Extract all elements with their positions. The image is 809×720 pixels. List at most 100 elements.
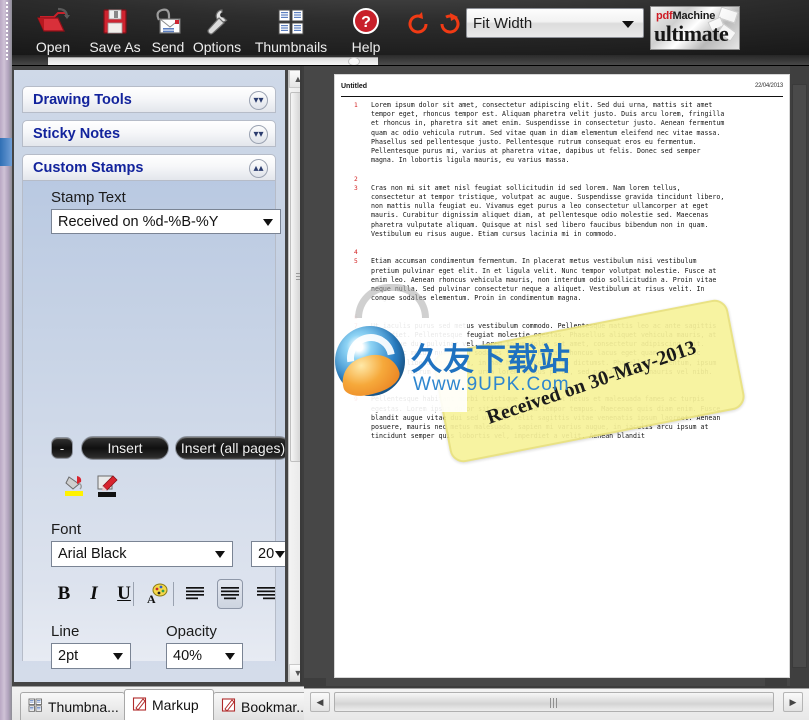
insert-all-pages-button[interactable]: Insert (all pages) <box>175 436 285 460</box>
chevron-down-icon <box>622 21 634 28</box>
document-hscroll-thumb[interactable] <box>334 692 774 712</box>
line-number: 7 <box>354 322 358 330</box>
question-circle-icon: ? <box>351 3 381 38</box>
tab-bookmarks[interactable]: Bookmar... <box>213 692 311 720</box>
wrench-icon <box>202 3 232 38</box>
markup-tab-icon <box>132 696 148 715</box>
stamp-text-value: Received on %d-%B-%Y <box>58 213 219 230</box>
font-family-value: Arial Black <box>58 546 127 562</box>
paragraph-text: Etiam accumsan condimentum fermentum. In… <box>371 257 717 303</box>
pdfmachine-ultimate-logo: pdfMachine ultimate <box>650 6 740 50</box>
remove-stamp-button[interactable]: - <box>51 437 73 459</box>
chevron-down-icon <box>113 653 123 660</box>
chevron-double-down-icon[interactable]: ▾▾ <box>249 91 268 110</box>
zoom-mode-value: Fit Width <box>473 14 533 32</box>
insert-stamp-button[interactable]: Insert <box>81 436 169 460</box>
line-number: 6 <box>354 313 358 321</box>
font-label: Font <box>51 521 82 538</box>
paragraph: 4 <box>341 248 785 257</box>
align-center-icon[interactable] <box>217 579 243 609</box>
chevron-double-up-icon[interactable]: ▴▴ <box>249 159 268 178</box>
toolbar-button-rotate-right[interactable] <box>434 8 466 40</box>
custom-stamps-panel: Stamp Text Received on %d-%B-%Y - Insert… <box>22 181 285 669</box>
line-number: 1 <box>354 102 358 109</box>
pencil-color-icon[interactable] <box>96 473 124 499</box>
toolbar-button-rotate-left[interactable] <box>402 8 434 40</box>
accordion-label: Custom Stamps <box>33 159 144 176</box>
font-size-value: 20 <box>258 546 275 562</box>
svg-text:?: ? <box>361 14 371 31</box>
paragraph: 5 Etiam accumsan condimentum fermentum. … <box>341 257 785 303</box>
accordion-custom-stamps[interactable]: Custom Stamps ▴▴ <box>22 154 276 181</box>
chevron-down-icon <box>275 551 285 558</box>
accordion-drawing-tools[interactable]: Drawing Tools ▾▾ <box>22 86 276 113</box>
toolbar-button-open[interactable]: Open <box>26 3 80 59</box>
rotate-counterclockwise-icon <box>404 8 432 40</box>
align-right-icon[interactable] <box>253 579 279 609</box>
italic-button[interactable]: I <box>81 579 107 609</box>
toolbar-label: Send <box>151 39 185 55</box>
toolbar-button-save-as[interactable]: Save As <box>80 3 150 59</box>
rotate-clockwise-icon <box>436 8 464 40</box>
toolbar-label: Help <box>351 39 381 55</box>
triangle-left-icon[interactable]: ◀ <box>310 692 330 712</box>
tab-thumbnails[interactable]: Thumbna... <box>20 692 125 720</box>
font-size-select[interactable]: 20 <box>251 541 285 567</box>
accordion-label: Sticky Notes <box>33 125 121 142</box>
stamp-color-tools <box>63 473 133 501</box>
opacity-select[interactable]: 40% <box>166 643 243 669</box>
page-header-date: 22/04/2013 <box>754 83 783 89</box>
chevron-double-down-icon[interactable]: ▾▾ <box>249 125 268 144</box>
triangle-up-icon[interactable]: ▲ <box>289 70 300 88</box>
text-format-toolbar: B I U A <box>51 579 285 611</box>
line-number: 4 <box>354 249 358 257</box>
toolbar-button-options[interactable]: Options <box>186 3 248 59</box>
grid-thumbnails-icon <box>275 3 307 38</box>
page-header-title: Untitled <box>341 83 368 90</box>
pdf-page[interactable]: Untitled 22/04/2013 1 Lorem ipsum dolor … <box>334 74 790 678</box>
edge-dots <box>6 2 8 62</box>
toolbar-button-help[interactable]: ? Help <box>340 3 392 59</box>
brand-ultimate-text: ultimate <box>654 21 729 46</box>
pdfmachine-window: Open Save As Send Options Thumbnails ? H… <box>0 0 809 720</box>
sidebar-scrollbar[interactable]: ▲ ▼ <box>288 70 300 682</box>
envelope-clip-icon <box>152 3 184 38</box>
toolbar-button-thumbnails[interactable]: Thumbnails <box>248 3 334 59</box>
stamp-text-label: Stamp Text <box>51 189 126 206</box>
bookmark-tab-icon <box>221 697 237 716</box>
toolbar-overflow-strip[interactable] <box>48 57 378 65</box>
stamp-text-select[interactable]: Received on %d-%B-%Y <box>51 209 281 234</box>
paragraph: 2 <box>341 175 785 184</box>
sidebar-tabstrip: Thumbna... Markup Bookmar... <box>12 686 311 720</box>
paragraph: 1 Lorem ipsum dolor sit amet, consectetu… <box>341 101 785 165</box>
chevron-down-icon <box>263 218 273 226</box>
toolbar-label: Thumbnails <box>254 39 328 55</box>
paragraph-text: Cras non mi sit amet nisl feugiat sollic… <box>371 183 725 238</box>
font-color-palette-icon[interactable]: A <box>144 579 170 609</box>
bold-button[interactable]: B <box>51 579 77 609</box>
chevron-down-icon <box>215 551 225 558</box>
triangle-down-icon[interactable]: ▼ <box>289 664 300 682</box>
line-number: 2 <box>354 175 358 183</box>
tab-label: Markup <box>152 697 199 713</box>
align-left-icon[interactable] <box>182 579 208 609</box>
window-left-edge <box>0 0 12 720</box>
thumbnails-tab-icon <box>28 697 44 716</box>
font-family-select[interactable]: Arial Black <box>51 541 233 567</box>
zoom-mode-select[interactable]: Fit Width <box>466 8 644 38</box>
opacity-label: Opacity <box>166 623 217 640</box>
opacity-value: 40% <box>173 648 203 664</box>
tab-markup[interactable]: Markup <box>124 689 214 720</box>
tab-label: Thumbna... <box>48 698 119 715</box>
main-toolbar: Open Save As Send Options Thumbnails ? H… <box>12 0 809 66</box>
accordion-sticky-notes[interactable]: Sticky Notes ▾▾ <box>22 120 276 147</box>
triangle-right-icon[interactable]: ▶ <box>783 692 803 712</box>
line-number: 3 <box>354 184 358 192</box>
sidebar-scrollbar-thumb[interactable] <box>290 92 300 462</box>
document-vertical-scrollbar[interactable] <box>790 66 809 686</box>
line-width-select[interactable]: 2pt <box>51 643 131 669</box>
paint-bucket-icon[interactable] <box>63 473 91 499</box>
floppy-disk-icon <box>100 3 130 38</box>
document-horizontal-scrollbar[interactable]: ◀ ▶ <box>304 688 809 720</box>
open-folder-icon <box>36 3 70 38</box>
